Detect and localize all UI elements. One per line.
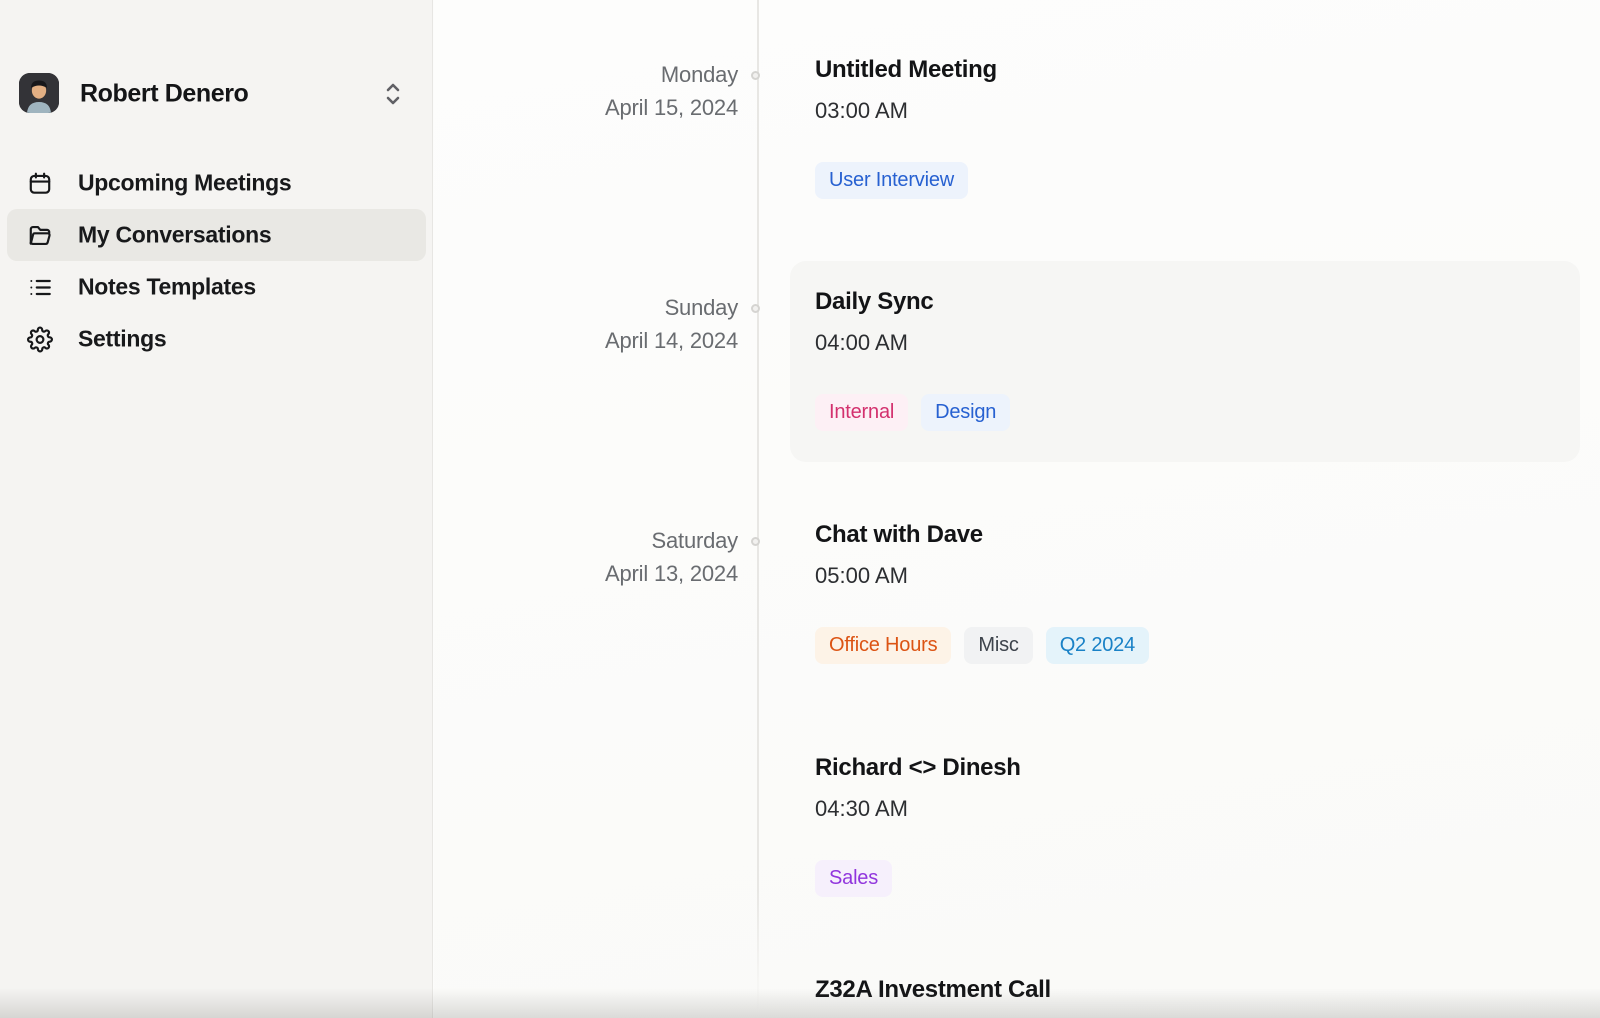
date-label: Sunday April 14, 2024 bbox=[494, 294, 738, 355]
meeting-title: Chat with Dave bbox=[815, 520, 1149, 550]
meeting-entry-highlighted[interactable]: Daily Sync 04:00 AM Internal Design bbox=[790, 261, 1580, 462]
date-text: April 14, 2024 bbox=[494, 327, 738, 355]
day-name: Sunday bbox=[494, 294, 738, 322]
list-icon bbox=[26, 274, 53, 301]
sidebar-item-upcoming-meetings[interactable]: Upcoming Meetings bbox=[7, 157, 426, 209]
sidebar-item-settings[interactable]: Settings bbox=[7, 313, 426, 365]
date-text: April 15, 2024 bbox=[494, 94, 738, 122]
sidebar-item-label: My Conversations bbox=[78, 222, 271, 249]
meeting-title: Z32A Investment Call bbox=[815, 975, 1051, 1005]
meeting-entry[interactable]: Chat with Dave 05:00 AM Office Hours Mis… bbox=[815, 520, 1149, 664]
sidebar-menu: Upcoming Meetings My Conversations bbox=[0, 157, 432, 365]
meeting-tags: Sales bbox=[815, 860, 1021, 897]
sidebar-item-label: Settings bbox=[78, 326, 166, 353]
meeting-tags: User Interview bbox=[815, 162, 997, 199]
date-label: Monday April 15, 2024 bbox=[494, 61, 738, 122]
tag[interactable]: Office Hours bbox=[815, 627, 951, 664]
calendar-icon bbox=[26, 170, 53, 197]
meeting-entry[interactable]: Richard <> Dinesh 04:30 AM Sales bbox=[815, 753, 1021, 897]
tag[interactable]: Misc bbox=[964, 627, 1032, 664]
sidebar-item-notes-templates[interactable]: Notes Templates bbox=[7, 261, 426, 313]
user-name: Robert Denero bbox=[80, 80, 248, 109]
meeting-title: Daily Sync bbox=[815, 287, 1010, 317]
meeting-tags: Internal Design bbox=[815, 394, 1010, 431]
sidebar-item-label: Upcoming Meetings bbox=[78, 170, 291, 197]
timeline-dot bbox=[751, 71, 760, 80]
conversations-timeline: Monday April 15, 2024 Sunday April 14, 2… bbox=[434, 0, 1600, 1018]
meeting-entry[interactable]: Untitled Meeting 03:00 AM User Interview bbox=[815, 55, 997, 199]
sidebar: Robert Denero Upcoming Meet bbox=[0, 0, 433, 1018]
date-text: April 13, 2024 bbox=[494, 560, 738, 588]
day-name: Saturday bbox=[494, 527, 738, 555]
tag[interactable]: Sales bbox=[815, 860, 892, 897]
tag[interactable]: Q2 2024 bbox=[1046, 627, 1149, 664]
day-name: Monday bbox=[494, 61, 738, 89]
meeting-title: Richard <> Dinesh bbox=[815, 753, 1021, 783]
meeting-time: 04:00 AM bbox=[815, 329, 1010, 356]
timeline-line bbox=[757, 0, 759, 1012]
meeting-time: 03:00 AM bbox=[815, 97, 997, 124]
avatar bbox=[19, 73, 59, 113]
gear-icon bbox=[26, 326, 53, 353]
sidebar-item-my-conversations[interactable]: My Conversations bbox=[7, 209, 426, 261]
user-profile-switcher[interactable]: Robert Denero bbox=[0, 72, 432, 116]
meeting-tags: Office Hours Misc Q2 2024 bbox=[815, 627, 1149, 664]
tag[interactable]: Design bbox=[921, 394, 1010, 431]
tag[interactable]: Internal bbox=[815, 394, 908, 431]
meeting-entry[interactable]: Z32A Investment Call bbox=[815, 975, 1051, 1005]
chevron-up-down-icon[interactable] bbox=[381, 81, 405, 107]
meeting-time: 04:30 AM bbox=[815, 795, 1021, 822]
sidebar-item-label: Notes Templates bbox=[78, 274, 256, 301]
meeting-title: Untitled Meeting bbox=[815, 55, 997, 85]
timeline-dot bbox=[751, 537, 760, 546]
meeting-entry[interactable]: Daily Sync 04:00 AM Internal Design bbox=[815, 287, 1010, 431]
app-window: Robert Denero Upcoming Meet bbox=[0, 0, 1600, 1018]
folder-icon bbox=[26, 222, 53, 249]
meeting-time: 05:00 AM bbox=[815, 562, 1149, 589]
date-label: Saturday April 13, 2024 bbox=[494, 527, 738, 588]
tag[interactable]: User Interview bbox=[815, 162, 968, 199]
timeline-dot bbox=[751, 304, 760, 313]
